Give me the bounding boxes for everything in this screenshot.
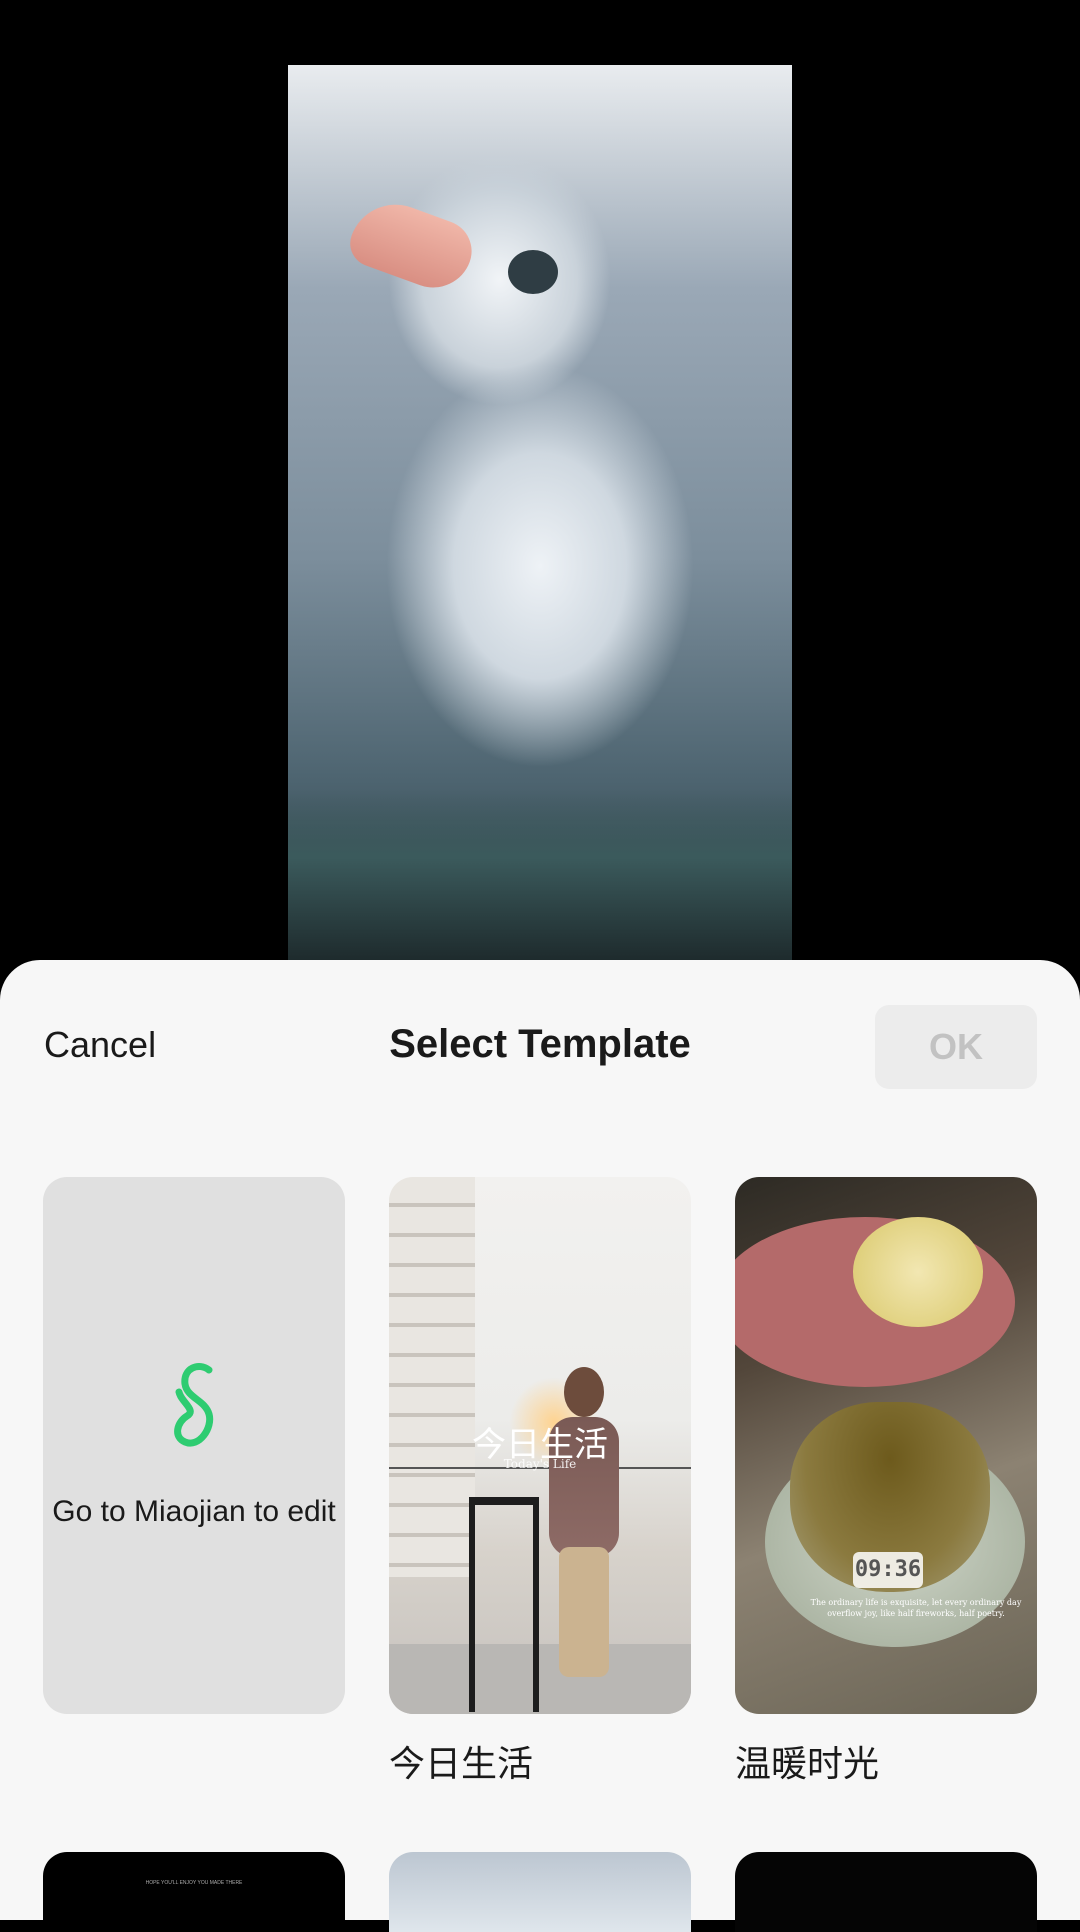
miaojian-edit-label: Go to Miaojian to edit (52, 1495, 336, 1528)
template-overlay-subtitle: Today's Life (503, 1457, 577, 1471)
template-card-row2-2[interactable] (389, 1852, 691, 1932)
miaojian-logo-icon (174, 1363, 214, 1447)
template-tiny-text: HOPE YOU'LL ENJOY YOU MADE THERE (145, 1880, 243, 1886)
select-template-sheet: Cancel Select Template OK Go to Miaojian… (0, 960, 1080, 1932)
template-card-row2-3[interactable] (735, 1852, 1037, 1932)
template-card-warm-time[interactable]: 09:36 The ordinary life is exquisite, le… (735, 1177, 1037, 1714)
template-clock: 09:36 (853, 1552, 923, 1588)
template-caption: The ordinary life is exquisite, let ever… (810, 1598, 1022, 1618)
ok-button[interactable]: OK (875, 1005, 1037, 1089)
preview-image-duckling (288, 65, 792, 960)
template-card-row2-1[interactable]: HOPE YOU'LL ENJOY YOU MADE THERE (43, 1852, 345, 1932)
template-card-today-life[interactable]: 今日生活 Today's Life (389, 1177, 691, 1714)
sheet-header: Cancel Select Template OK (0, 960, 1080, 1130)
go-to-miaojian-card[interactable]: Go to Miaojian to edit (43, 1177, 345, 1714)
template-label-warm-time: 温暖时光 (735, 1744, 880, 1785)
template-label-today-life: 今日生活 (389, 1744, 534, 1785)
video-preview-area (0, 0, 1080, 960)
